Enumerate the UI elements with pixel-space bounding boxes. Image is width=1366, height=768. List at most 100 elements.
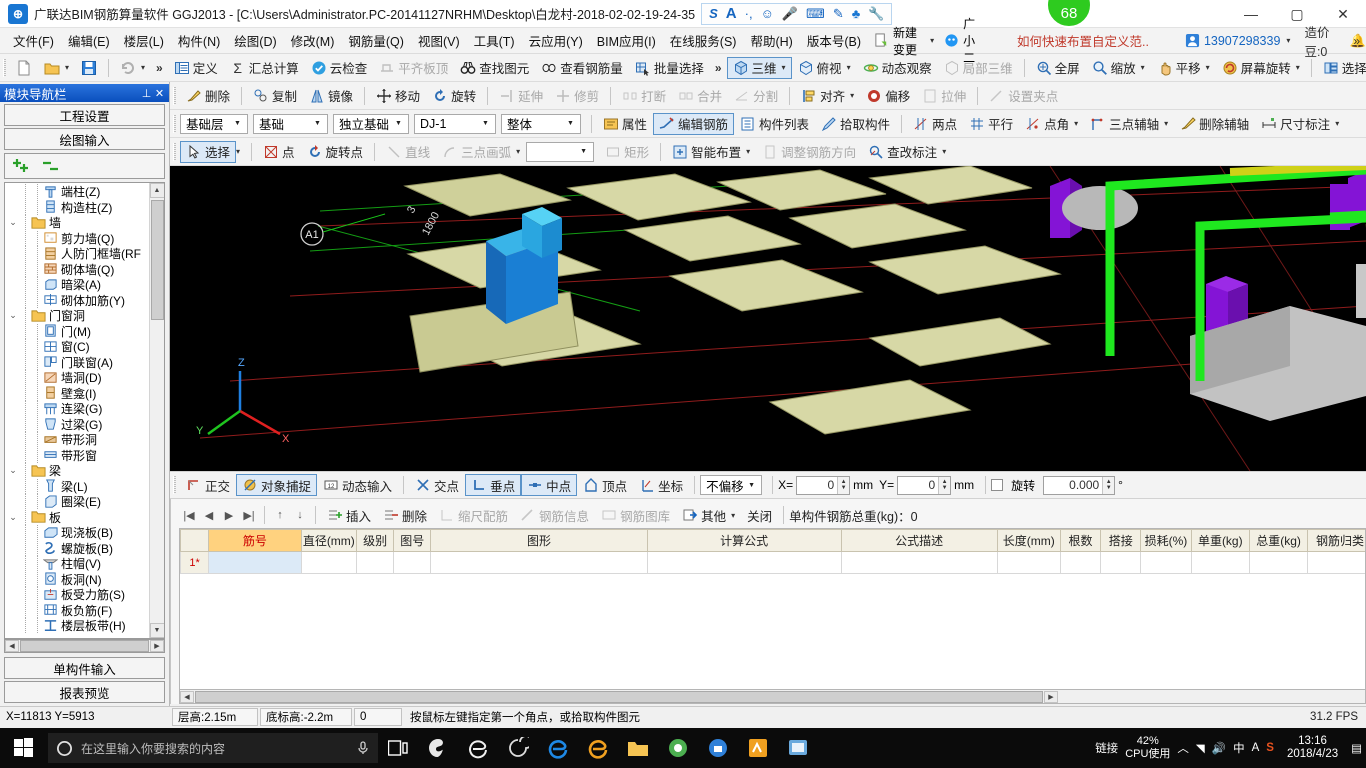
column-header[interactable]: 总重(kg) [1248,529,1309,552]
start-button[interactable] [0,728,48,768]
column-header[interactable]: 图号 [393,529,432,552]
toolbar-gripper[interactable] [173,476,176,494]
chevron-down-icon[interactable]: ▾ [1296,63,1300,72]
column-header[interactable]: 级别 [355,529,395,552]
rebar-library-button[interactable]: 钢筋图库 [595,504,676,526]
tree-horizontal-scrollbar[interactable]: ◀ ▶ [4,639,165,653]
snap-perpendicular[interactable]: 垂点 [465,474,522,496]
find-element-button[interactable]: 查找图元 [454,57,535,79]
ime-voice-icon[interactable]: 🎤 [782,7,798,20]
minimize-button[interactable]: — [1228,0,1274,28]
ime-letter-icon[interactable]: A [1252,742,1260,754]
tree-item[interactable]: 柱帽(V) [5,556,149,572]
table-cell[interactable] [646,551,842,574]
menu-component[interactable]: 构件(N) [171,29,227,52]
select-floor-button[interactable]: 选择楼层 [1317,57,1366,79]
tree-item[interactable]: 现浇板(B) [5,525,149,541]
microphone-icon[interactable] [356,740,370,756]
dynamic-input-toggle[interactable]: 12 动态输入 [317,474,398,496]
spiral-icon[interactable] [498,728,538,768]
break-button[interactable]: 打断 [616,85,672,107]
snap-midpoint[interactable]: 中点 [521,474,578,496]
edge-legacy-icon[interactable] [458,728,498,768]
undo-button[interactable]: ▾ [114,57,151,79]
toolbar-gripper[interactable] [173,86,176,105]
menu-floor[interactable]: 楼层(L) [117,29,171,52]
chevron-down-icon[interactable]: ▾ [731,511,735,520]
expand-chevron-icon[interactable]: ⌄ [7,512,19,523]
ie-icon[interactable] [578,728,618,768]
chevron-down-icon[interactable]: ▾ [1141,63,1145,72]
adjust-rebar-dir-button[interactable]: 调整钢筋方向 [756,141,862,163]
single-component-input-button[interactable]: 单构件输入 [4,657,165,679]
table-cell[interactable] [300,551,357,574]
view-top-button[interactable]: 俯视 ▾ [792,57,857,79]
tree-vertical-scrollbar[interactable]: ▲ ▼ [149,183,164,638]
tree-item[interactable]: 人防门框墙(RF [5,246,149,262]
y-input[interactable]: 0 ▲ ▼ [897,475,952,495]
account-button[interactable]: 13907298339 ▾ [1185,33,1290,48]
table-cell[interactable] [355,551,395,574]
3d-viewport[interactable]: A1 3 1800 Z X Y [170,166,1366,471]
scope-select[interactable]: 整体 ▼ [501,113,581,134]
chevron-down-icon[interactable]: ▾ [1074,119,1078,128]
rotate-checkbox[interactable] [991,479,1004,491]
expand-chevron-icon[interactable]: ⌄ [7,465,19,476]
chevron-down-icon[interactable]: ▾ [847,63,851,72]
chevron-down-icon[interactable]: ▾ [930,36,934,45]
tree-item[interactable]: 板洞(N) [5,571,149,588]
chevron-down-icon[interactable]: ▾ [1286,36,1290,45]
scroll-right-icon[interactable]: ▶ [150,640,164,652]
chrome-icon[interactable] [658,728,698,768]
table-cell[interactable] [1140,551,1192,574]
menu-cloud-app[interactable]: 云应用(Y) [522,29,590,52]
last-record-button[interactable]: ▶| [239,505,259,525]
ime-toolbar[interactable]: S A ·, ☺ 🎤 ⌨ ✎ ♣ 🔧 [701,2,893,25]
3d-scene[interactable]: A1 3 1800 Z X Y [170,166,1366,471]
component-list-button[interactable]: 构件列表 [734,113,815,135]
table-cell[interactable] [840,551,998,574]
tree-item[interactable]: ⌄ 墙 [5,215,149,231]
tree-item[interactable]: 带形洞 [5,432,149,448]
tree-item[interactable]: 楼层板带(H) [5,618,149,634]
toolbar-gripper[interactable] [173,142,176,161]
column-header[interactable]: 图形 [430,529,648,552]
save-button[interactable] [75,57,103,79]
chevron-down-icon[interactable]: ▾ [850,91,854,100]
table-cell[interactable] [996,551,1061,574]
clock[interactable]: 13:16 2018/4/23 [1281,735,1344,761]
new-change-button[interactable]: 新建变更 ▾ [874,24,934,58]
properties-button[interactable]: 属性 [597,113,653,135]
define-button[interactable]: 定义 [168,57,224,79]
move-button[interactable]: 移动 [370,85,426,107]
toolbar-overflow-button[interactable]: » [151,61,168,75]
first-record-button[interactable]: |◀ [179,505,199,525]
tree-item[interactable]: 墙洞(D) [5,370,149,386]
summary-calc-button[interactable]: Σ 汇总计算 [224,57,305,79]
prev-record-button[interactable]: ◀ [199,505,219,525]
rotate-button[interactable]: 旋转 [426,85,482,107]
open-file-button[interactable]: ▾ [38,57,75,79]
new-file-button[interactable] [10,57,38,79]
parallel-axis-button[interactable]: 平行 [963,113,1019,135]
tree-item[interactable]: ⌄ 梁 [5,463,149,479]
column-header[interactable]: 损耗(%) [1140,529,1192,552]
menu-draw[interactable]: 绘图(D) [227,29,283,52]
column-header[interactable]: 计算公式 [646,529,842,552]
tree-item[interactable]: 连梁(G) [5,401,149,417]
scroll-thumb[interactable] [150,200,164,320]
extend-button[interactable]: 延伸 [493,85,549,107]
tree-item[interactable]: 门联窗(A) [5,354,149,371]
table-cell[interactable] [1248,551,1309,574]
tree-item[interactable]: 门(M) [5,323,149,340]
scroll-thumb-h[interactable] [195,690,1043,703]
check-annotation-button[interactable]: 查改标注 ▾ [862,141,952,163]
merge-button[interactable]: 合并 [672,85,728,107]
sogou-icon[interactable] [418,728,458,768]
scroll-down-icon[interactable]: ▼ [149,623,164,638]
project-settings-button[interactable]: 工程设置 [4,104,165,126]
column-header[interactable]: 公式描述 [840,529,998,552]
scroll-right-icon[interactable]: ▶ [1044,690,1058,703]
chevron-down-icon[interactable]: ▾ [1335,119,1339,128]
column-header[interactable]: 搭接 [1100,529,1142,552]
